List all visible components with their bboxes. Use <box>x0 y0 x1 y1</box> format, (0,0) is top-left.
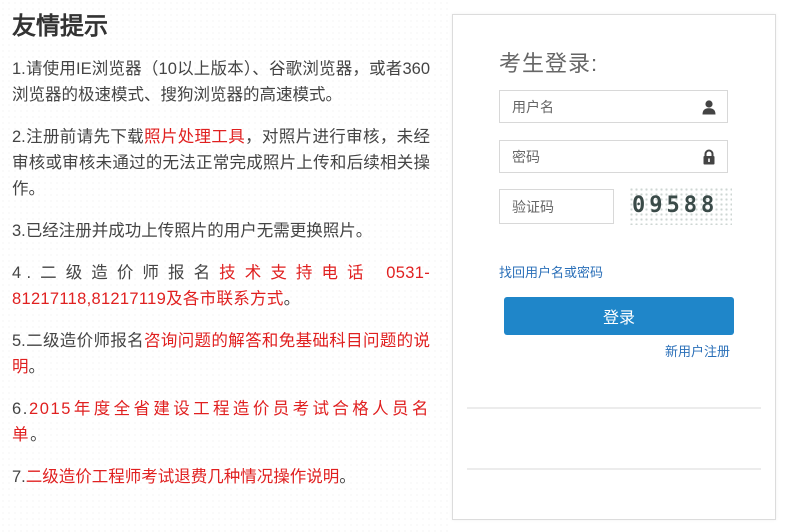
lock-icon <box>703 149 715 165</box>
tip-item-1: 1.请使用IE浏览器（10以上版本）、谷歌浏览器，或者360浏览器的极速模式、搜… <box>12 56 430 108</box>
tip-item-4: 4.二级造价师报名技术支持电话 0531-81217118,81217119及各… <box>12 260 430 312</box>
tips-heading: 友情提示 <box>12 13 108 40</box>
forgot-credentials-link[interactable]: 找回用户名或密码 <box>499 262 603 281</box>
qualified-list-link[interactable]: 2015年度全省建设工程造价员考试合格人员名单 <box>12 400 430 444</box>
login-panel: 考生登录: 09588 找回用户名或密码 登录 新用户注册 <box>452 14 776 520</box>
login-title: 考生登录: <box>499 51 599 76</box>
tip-item-3: 3.已经注册并成功上传照片的用户无需更换照片。 <box>12 218 430 244</box>
refund-guide-link[interactable]: 二级造价工程师考试退费几种情况操作说明 <box>26 468 340 486</box>
tip-item-5-text-post: 。 <box>28 358 46 376</box>
username-field[interactable] <box>499 90 728 123</box>
login-button[interactable]: 登录 <box>504 297 734 335</box>
tip-item-6-text-post: 。 <box>30 426 49 444</box>
password-input[interactable] <box>500 141 692 172</box>
user-icon <box>702 100 716 115</box>
tip-item-3-text: 3.已经注册并成功上传照片的用户无需更换照片。 <box>12 222 373 240</box>
tip-item-5-text: 5.二级造价师报名 <box>12 332 145 350</box>
captcha-input[interactable] <box>500 190 612 223</box>
register-link[interactable]: 新用户注册 <box>665 341 730 360</box>
tip-item-7: 7.二级造价工程师考试退费几种情况操作说明。 <box>12 464 430 490</box>
tip-item-2-text: 2.注册前请先下载 <box>12 128 145 146</box>
tip-item-7-text: 7. <box>12 468 26 486</box>
tip-item-4-text: 4.二级造价师报名 <box>12 264 220 282</box>
tip-item-4-text-post: 。 <box>283 290 306 308</box>
password-field[interactable] <box>499 140 728 173</box>
tip-item-6: 6.2015年度全省建设工程造价员考试合格人员名单。 <box>12 396 430 448</box>
tip-item-1-text: 1.请使用IE浏览器（10以上版本）、谷歌浏览器，或者360浏览器的极速模式、搜… <box>12 60 430 104</box>
tip-item-7-text-post: 。 <box>339 468 356 486</box>
tip-item-6-text: 6. <box>12 400 29 418</box>
tip-item-2: 2.注册前请先下载照片处理工具，对照片进行审核，未经审核或审核未通过的无法正常完… <box>12 124 430 202</box>
tip-item-5: 5.二级造价师报名咨询问题的解答和免基础科目问题的说明。 <box>12 328 430 380</box>
divider-top <box>467 407 761 409</box>
divider-bottom <box>467 468 761 470</box>
username-input[interactable] <box>500 91 692 122</box>
tips-panel: 友情提示 1.请使用IE浏览器（10以上版本）、谷歌浏览器，或者360浏览器的极… <box>12 10 430 506</box>
photo-tool-link[interactable]: 照片处理工具 <box>144 128 245 146</box>
tech-support-link[interactable]: 技术支持电话 <box>219 264 372 282</box>
captcha-field[interactable] <box>499 189 614 224</box>
captcha-image[interactable]: 09588 <box>629 187 732 225</box>
